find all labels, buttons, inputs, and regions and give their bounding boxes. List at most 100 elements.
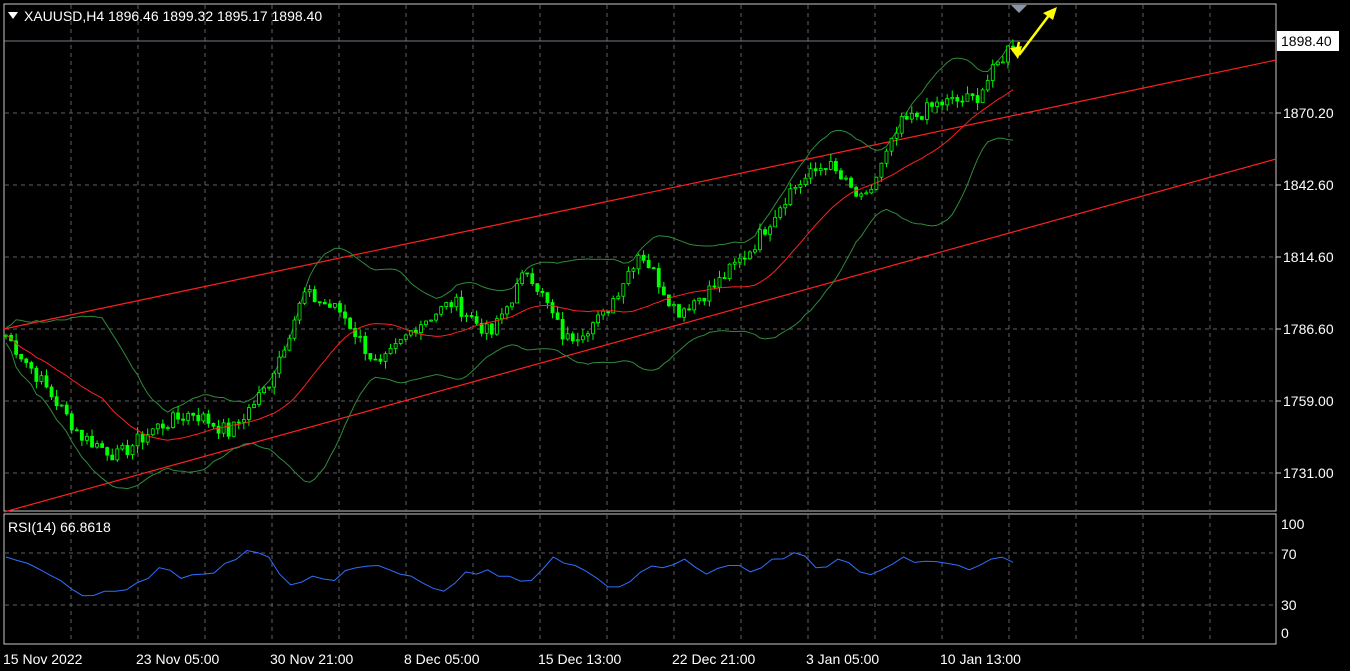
candle-body — [753, 249, 757, 253]
candle-body — [100, 443, 105, 448]
candle-body — [565, 333, 570, 340]
candle-body — [105, 447, 110, 456]
candle-body — [54, 396, 59, 407]
candle-body — [682, 308, 686, 318]
time-label: 30 Nov 21:00 — [270, 651, 353, 667]
candle-body — [869, 188, 874, 194]
candle-body — [110, 454, 115, 461]
candle-body — [737, 257, 742, 263]
candle-body — [808, 168, 813, 179]
candle-body — [130, 445, 135, 456]
candle-body — [393, 343, 398, 349]
candle-body — [621, 283, 626, 297]
symbol-header: XAUUSD,H4 1896.46 1899.32 1895.17 1898.4… — [24, 8, 322, 24]
candle-body — [626, 270, 631, 285]
candle-body — [768, 226, 773, 235]
candle-body — [49, 386, 54, 398]
price-tick-label: 1842.60 — [1283, 177, 1334, 193]
candle-body — [166, 427, 170, 429]
candle-body — [884, 150, 889, 164]
candle-body — [540, 290, 545, 294]
candle-body — [930, 102, 934, 107]
candle-body — [1006, 45, 1010, 63]
candle-body — [560, 319, 565, 340]
candle-body — [1011, 45, 1015, 48]
candle-body — [783, 204, 788, 209]
candle-body — [383, 353, 388, 362]
candle-body — [358, 336, 363, 338]
candle-body — [333, 303, 337, 308]
candle-body — [889, 137, 894, 152]
candle-body — [525, 272, 530, 275]
candle-body — [666, 294, 671, 307]
candle-body — [317, 301, 322, 304]
candle-body — [970, 93, 975, 97]
candle-body — [312, 289, 317, 303]
candle-body — [489, 323, 494, 335]
candle-body — [449, 302, 454, 308]
time-label: 23 Nov 05:00 — [136, 651, 219, 667]
candle-body — [672, 304, 676, 307]
candle-body — [459, 296, 464, 317]
candle-body — [171, 412, 175, 428]
candle-body — [403, 334, 408, 340]
candle-body — [211, 422, 216, 427]
time-label: 15 Nov 2022 — [3, 651, 83, 667]
candle-body — [216, 425, 221, 434]
candle-body — [191, 412, 196, 416]
candle-body — [434, 313, 439, 321]
candle-body — [950, 97, 955, 100]
candle-body — [484, 323, 489, 334]
candle-body — [920, 116, 924, 120]
candle-body — [120, 444, 125, 450]
candle-body — [914, 112, 919, 117]
candle-body — [763, 229, 767, 235]
candle-body — [636, 254, 641, 270]
candle-body — [510, 302, 514, 308]
candle-body — [732, 261, 737, 265]
candle-body — [44, 375, 49, 388]
candle-body — [995, 61, 1000, 66]
candle-body — [591, 322, 595, 335]
candle-body — [429, 319, 433, 322]
candle-body — [909, 112, 914, 120]
candle-body — [140, 433, 145, 443]
candle-body — [505, 306, 509, 315]
candle-body — [272, 372, 277, 388]
candle-body — [413, 330, 418, 334]
candle-body — [586, 333, 590, 337]
candle-body — [661, 286, 666, 296]
candle-body — [363, 336, 368, 354]
candle-body — [899, 116, 904, 134]
candle-body — [985, 80, 990, 91]
candle-body — [778, 207, 783, 218]
candle-body — [975, 95, 980, 104]
candle-body — [221, 422, 226, 434]
candle-body — [1000, 61, 1005, 64]
candle-body — [252, 403, 256, 408]
candle-body — [520, 272, 525, 285]
candle-body — [424, 320, 428, 326]
candle-body — [813, 168, 818, 172]
chart-canvas[interactable]: XAUUSD,H4 1896.46 1899.32 1895.17 1898.4… — [0, 0, 1350, 671]
candle-body — [231, 421, 236, 437]
candle-body — [940, 101, 945, 106]
candle-body — [85, 435, 89, 441]
candle-body — [307, 289, 312, 293]
candle-body — [717, 277, 722, 288]
candle-body — [176, 412, 180, 420]
candle-body — [474, 316, 479, 324]
candle-body — [236, 421, 241, 424]
candle-body — [155, 423, 160, 430]
candle-body — [945, 98, 950, 106]
rsi-tick-label: 30 — [1281, 597, 1297, 613]
candle-body — [246, 407, 251, 420]
candle-body — [773, 216, 778, 228]
candle-body — [702, 297, 707, 302]
candle-body — [904, 116, 909, 120]
candle-body — [823, 168, 828, 170]
candle-body — [500, 313, 504, 320]
candle-body — [788, 188, 793, 205]
candle-body — [641, 254, 646, 261]
candle-body — [555, 312, 560, 320]
